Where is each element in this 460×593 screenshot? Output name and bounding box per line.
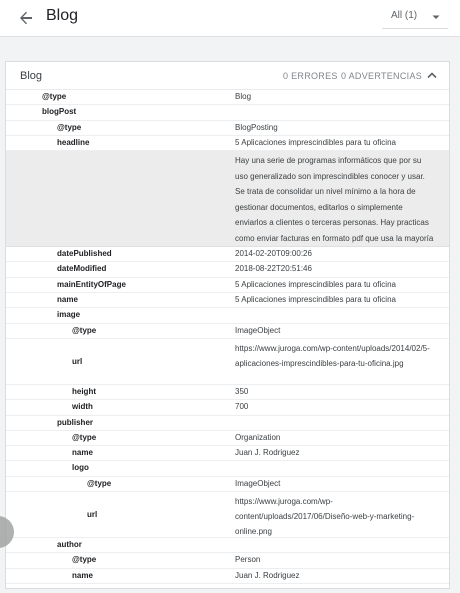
- table-row: mainEntityOfPage 5 Aplicaciones impresci…: [6, 278, 449, 294]
- table-row: blogPost: [6, 105, 449, 121]
- property-key: url: [72, 356, 83, 366]
- table-row: @type Blog: [6, 90, 449, 106]
- property-key: @type: [72, 555, 97, 565]
- warnings-count: 0 ADVERTENCIAS: [341, 71, 423, 81]
- card-title: Blog: [20, 70, 43, 82]
- table-row: name Juan J. Rodriguez: [6, 569, 449, 584]
- table-row: url https://www.juroga.com/wp-content/up…: [6, 339, 449, 385]
- table-row: @type BlogPosting: [6, 121, 449, 136]
- card-header[interactable]: Blog 0 ERRORES 0 ADVERTENCIAS: [6, 62, 449, 90]
- table-row: image: [6, 308, 449, 324]
- property-value: https://www.juroga.com/wp-content/upload…: [235, 497, 415, 537]
- table-row: name 5 Aplicaciones imprescindibles para…: [6, 293, 449, 309]
- table-row: width 700: [6, 400, 449, 416]
- table-row: @type ImageObject: [6, 477, 449, 493]
- property-table: @type Blog blogPost @type BlogPosting he…: [6, 90, 449, 584]
- property-key: @type: [87, 478, 112, 488]
- property-key: url: [87, 510, 98, 520]
- property-key: @type: [42, 92, 67, 101]
- property-key: @type: [72, 432, 97, 442]
- property-value: ImageObject: [235, 325, 281, 335]
- property-key: name: [72, 570, 93, 580]
- property-value: 2014-02-20T09:00:26: [235, 249, 312, 259]
- property-key: datePublished: [57, 249, 112, 259]
- description-text: Hay una serie de programas informáticos …: [235, 156, 434, 243]
- property-value: Juan J. Rodriguez: [235, 570, 300, 580]
- property-key: publisher: [57, 417, 94, 427]
- property-value: Juan J. Rodriguez: [235, 448, 300, 458]
- table-row: url https://www.juroga.com/wp-content/up…: [6, 492, 449, 539]
- table-row: headline 5 Aplicaciones imprescindibles …: [6, 136, 449, 152]
- table-row: logo: [6, 461, 449, 477]
- property-value: Organization: [235, 432, 281, 442]
- property-value: Blog: [235, 92, 252, 101]
- property-value: 5 Aplicaciones imprescindibles para tu o…: [235, 137, 396, 147]
- property-key: image: [57, 310, 81, 320]
- property-value: ImageObject: [235, 478, 281, 488]
- property-key: @type: [57, 122, 82, 132]
- property-key: headline: [57, 137, 90, 147]
- property-key: @type: [72, 325, 97, 335]
- property-key: name: [57, 295, 78, 305]
- description-row: Hay una serie de programas informáticos …: [6, 151, 449, 248]
- table-row: dateModified 2018-08-22T20:51:46: [6, 262, 449, 278]
- table-row: @type Organization: [6, 431, 449, 447]
- property-value: 5 Aplicaciones imprescindibles para tu o…: [235, 295, 396, 305]
- filter-dropdown[interactable]: All (1): [382, 5, 448, 29]
- back-arrow-icon[interactable]: [14, 6, 38, 30]
- property-value: https://www.juroga.com/wp-content/upload…: [235, 343, 430, 368]
- property-key: dateModified: [57, 264, 107, 274]
- property-key: logo: [72, 463, 89, 473]
- property-value: 5 Aplicaciones imprescindibles para tu o…: [235, 279, 396, 289]
- property-value: Person: [235, 555, 261, 565]
- property-key: name: [72, 448, 93, 458]
- property-value: 350: [235, 386, 249, 396]
- property-value: BlogPosting: [235, 122, 278, 132]
- property-key: author: [57, 540, 82, 550]
- errors-count: 0 ERRORES: [283, 71, 338, 81]
- property-key: height: [72, 386, 96, 396]
- table-row: name Juan J. Rodriguez: [6, 446, 449, 462]
- property-value: 2018-08-22T20:51:46: [235, 264, 312, 274]
- table-row: @type ImageObject: [6, 324, 449, 339]
- page-title: Blog: [46, 7, 79, 24]
- filter-dropdown-label: All (1): [391, 10, 418, 21]
- table-row: publisher: [6, 416, 449, 431]
- table-row: author: [6, 538, 449, 554]
- table-row: @type Person: [6, 553, 449, 569]
- table-row: datePublished 2014-02-20T09:00:26: [6, 247, 449, 263]
- chevron-up-icon[interactable]: [424, 67, 440, 83]
- property-key: blogPost: [42, 107, 77, 117]
- top-app-bar: Blog All (1): [0, 0, 460, 37]
- property-value: 700: [235, 402, 249, 412]
- property-key: mainEntityOfPage: [57, 279, 126, 289]
- table-row: height 350: [6, 385, 449, 401]
- caret-down-icon: [429, 10, 443, 24]
- structured-data-card: Blog 0 ERRORES 0 ADVERTENCIAS @type Blog…: [5, 61, 450, 589]
- property-key: width: [72, 402, 93, 412]
